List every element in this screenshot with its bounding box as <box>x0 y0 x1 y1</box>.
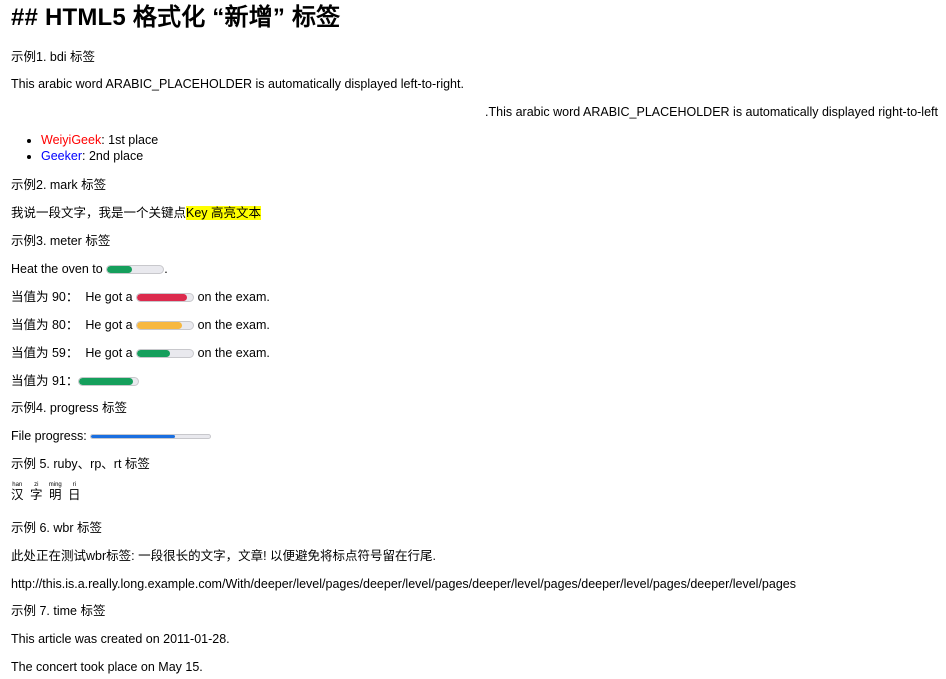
oven-meter <box>106 265 165 274</box>
ruby-base: 日 <box>68 488 81 502</box>
meter-row-59: 当值为 59： He got a on the exam. <box>11 345 270 361</box>
score-meter-fill <box>137 350 171 357</box>
meter-row-80: 当值为 80： He got a on the exam. <box>11 317 270 333</box>
oven-meter-fill <box>107 266 133 273</box>
oven-suffix: . <box>164 262 168 276</box>
winner-name: WeiyiGeek <box>41 133 102 147</box>
meter-prefix: 当值为 59： <box>11 346 79 360</box>
concert-date-text: The concert took place on May 15. <box>11 660 203 674</box>
file-progress-fill <box>91 435 175 438</box>
example-1-heading: 示例1. bdi 标签 <box>11 50 96 64</box>
winner-rank: : 1st place <box>101 133 159 147</box>
oven-sentence: Heat the oven to . <box>11 261 168 277</box>
meter-prefix: 当值为 91： <box>11 374 79 388</box>
meter-row-90: 当值为 90： He got a on the exam. <box>11 289 270 305</box>
example-2-heading: 示例2. mark 标签 <box>11 178 107 192</box>
runner-up-rank: : 2nd place <box>82 149 144 163</box>
file-progress-label: File progress: <box>11 429 87 443</box>
ruby-char: 日(ri) <box>68 482 81 502</box>
ruby-char: 明(ming) <box>48 482 62 502</box>
example-6-heading: 示例 6. wbr 标签 <box>11 521 102 535</box>
meter-text: He got a <box>85 318 133 332</box>
example-3-heading: 示例3. meter 标签 <box>11 234 111 248</box>
ruby-text: han <box>11 482 24 488</box>
meter-suffix: on the exam. <box>197 346 270 360</box>
score-meter-91 <box>78 377 140 386</box>
example-7-heading: 示例 7. time 标签 <box>11 604 106 618</box>
ruby-text: ri <box>68 482 81 488</box>
page-title: ## HTML5 格式化 “新增” 标签 <box>11 4 341 31</box>
long-url: http://this.is.a.really.long.example.com… <box>11 577 796 591</box>
ruby-text: ming <box>48 482 62 488</box>
example-5-heading: 示例 5. ruby、rp、rt 标签 <box>11 457 150 471</box>
ruby-char: 汉(han) <box>11 482 24 502</box>
ranking-list: WeiyiGeek: 1st place Geeker: 2nd place <box>0 132 158 164</box>
ruby-base: 汉 <box>11 488 24 502</box>
mark-sentence: 我说一段文字，我是一个关键点Key 高亮文本 <box>11 205 262 221</box>
file-progress-row: File progress: <box>11 428 212 444</box>
mark-text-before: 我说一段文字，我是一个关键点 <box>11 206 187 220</box>
meter-prefix: 当值为 80： <box>11 318 79 332</box>
ruby-base: 字 <box>30 488 43 502</box>
list-item: WeiyiGeek: 1st place <box>41 132 158 148</box>
bdi-rtl-text: .This arabic word ARABIC_PLACEHOLDER is … <box>485 105 938 119</box>
article-created-text: This article was created on 2011-01-28. <box>11 632 230 646</box>
score-meter-59 <box>136 349 195 358</box>
list-item: Geeker: 2nd place <box>41 148 158 164</box>
highlighted-text: Key 高亮文本 <box>186 206 262 220</box>
ruby-annotations: 汉(han) 字(zi) 明(ming) 日(ri) <box>11 482 84 503</box>
runner-up-name: Geeker <box>41 149 82 163</box>
score-meter-80 <box>136 321 195 330</box>
score-meter-fill <box>137 294 188 301</box>
meter-suffix: on the exam. <box>197 290 270 304</box>
meter-row-91: 当值为 91： <box>11 373 140 389</box>
ruby-base: 明 <box>48 488 62 502</box>
score-meter-90 <box>136 293 195 302</box>
meter-text: He got a <box>85 290 133 304</box>
meter-suffix: on the exam. <box>197 318 270 332</box>
meter-prefix: 当值为 90： <box>11 290 79 304</box>
ruby-text: zi <box>30 482 43 488</box>
oven-prefix: Heat the oven to <box>11 262 103 276</box>
meter-text: He got a <box>85 346 133 360</box>
file-progress-bar <box>90 434 212 439</box>
wbr-text: 此处正在测试wbr标签: 一段很长的文字，文章! 以便避免将标点符号留在行尾. <box>11 549 437 563</box>
score-meter-fill <box>137 322 182 329</box>
score-meter-fill <box>79 378 134 385</box>
page: ## HTML5 格式化 “新增” 标签 示例1. bdi 标签 This ar… <box>0 0 946 679</box>
example-4-heading: 示例4. progress 标签 <box>11 401 128 415</box>
ruby-char: 字(zi) <box>30 482 43 502</box>
bdi-ltr-text: This arabic word ARABIC_PLACEHOLDER is a… <box>11 77 464 91</box>
